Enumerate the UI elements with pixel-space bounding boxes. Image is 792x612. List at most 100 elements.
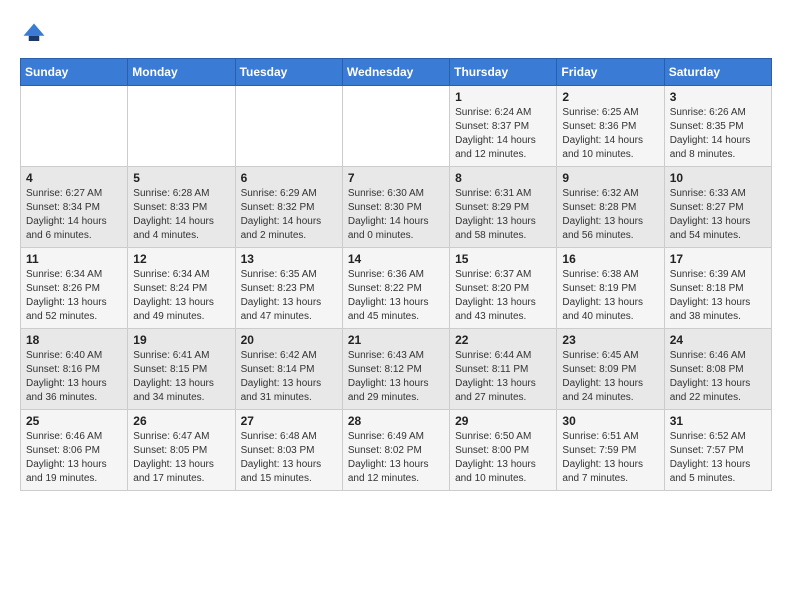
day-info: Sunrise: 6:39 AM Sunset: 8:18 PM Dayligh… (670, 268, 766, 324)
calendar-cell: 5 Sunrise: 6:28 AM Sunset: 8:33 PM Daylig… (128, 167, 235, 248)
day-number: 22 (455, 333, 551, 347)
calendar-cell: 15 Sunrise: 6:37 AM Sunset: 8:20 PM Dayli… (450, 248, 557, 329)
day-info: Sunrise: 6:34 AM Sunset: 8:24 PM Dayligh… (133, 268, 229, 324)
day-number: 1 (455, 90, 551, 104)
calendar-cell (128, 86, 235, 167)
day-number: 21 (348, 333, 444, 347)
calendar-cell: 18 Sunrise: 6:40 AM Sunset: 8:16 PM Dayli… (21, 329, 128, 410)
calendar-cell: 21 Sunrise: 6:43 AM Sunset: 8:12 PM Dayli… (342, 329, 449, 410)
day-number: 24 (670, 333, 766, 347)
day-info: Sunrise: 6:40 AM Sunset: 8:16 PM Dayligh… (26, 349, 122, 405)
calendar-cell: 2 Sunrise: 6:25 AM Sunset: 8:36 PM Daylig… (557, 86, 664, 167)
day-number: 5 (133, 171, 229, 185)
day-info: Sunrise: 6:31 AM Sunset: 8:29 PM Dayligh… (455, 187, 551, 243)
day-number: 20 (241, 333, 337, 347)
day-number: 29 (455, 414, 551, 428)
calendar-cell: 25 Sunrise: 6:46 AM Sunset: 8:06 PM Dayli… (21, 410, 128, 491)
day-info: Sunrise: 6:46 AM Sunset: 8:06 PM Dayligh… (26, 430, 122, 486)
weekday-header-row: SundayMondayTuesdayWednesdayThursdayFrid… (21, 59, 772, 86)
calendar-cell: 26 Sunrise: 6:47 AM Sunset: 8:05 PM Dayli… (128, 410, 235, 491)
day-info: Sunrise: 6:26 AM Sunset: 8:35 PM Dayligh… (670, 106, 766, 162)
day-info: Sunrise: 6:45 AM Sunset: 8:09 PM Dayligh… (562, 349, 658, 405)
day-number: 2 (562, 90, 658, 104)
day-number: 23 (562, 333, 658, 347)
day-number: 14 (348, 252, 444, 266)
day-number: 17 (670, 252, 766, 266)
calendar-cell: 27 Sunrise: 6:48 AM Sunset: 8:03 PM Dayli… (235, 410, 342, 491)
calendar-cell: 4Sunrise: 6:27 AM Sunset: 8:34 PM Daylig… (21, 167, 128, 248)
calendar-table: SundayMondayTuesdayWednesdayThursdayFrid… (20, 58, 772, 491)
calendar-cell: 8 Sunrise: 6:31 AM Sunset: 8:29 PM Daylig… (450, 167, 557, 248)
calendar-cell: 3Sunrise: 6:26 AM Sunset: 8:35 PM Daylig… (664, 86, 771, 167)
weekday-header: Monday (128, 59, 235, 86)
weekday-header: Thursday (450, 59, 557, 86)
day-info: Sunrise: 6:35 AM Sunset: 8:23 PM Dayligh… (241, 268, 337, 324)
day-info: Sunrise: 6:37 AM Sunset: 8:20 PM Dayligh… (455, 268, 551, 324)
weekday-header: Friday (557, 59, 664, 86)
calendar-cell: 10 Sunrise: 6:33 AM Sunset: 8:27 PM Dayli… (664, 167, 771, 248)
day-number: 6 (241, 171, 337, 185)
calendar-cell: 14 Sunrise: 6:36 AM Sunset: 8:22 PM Dayli… (342, 248, 449, 329)
calendar-week-row: 11 Sunrise: 6:34 AM Sunset: 8:26 PM Dayli… (21, 248, 772, 329)
calendar-cell: 17 Sunrise: 6:39 AM Sunset: 8:18 PM Dayli… (664, 248, 771, 329)
calendar-cell: 7Sunrise: 6:30 AM Sunset: 8:30 PM Daylig… (342, 167, 449, 248)
day-info: Sunrise: 6:27 AM Sunset: 8:34 PM Dayligh… (26, 187, 122, 243)
calendar-cell: 11 Sunrise: 6:34 AM Sunset: 8:26 PM Dayli… (21, 248, 128, 329)
day-info: Sunrise: 6:25 AM Sunset: 8:36 PM Dayligh… (562, 106, 658, 162)
calendar-cell: 6 Sunrise: 6:29 AM Sunset: 8:32 PM Daylig… (235, 167, 342, 248)
day-number: 15 (455, 252, 551, 266)
weekday-header: Wednesday (342, 59, 449, 86)
day-info: Sunrise: 6:33 AM Sunset: 8:27 PM Dayligh… (670, 187, 766, 243)
calendar-cell (235, 86, 342, 167)
calendar-week-row: 25 Sunrise: 6:46 AM Sunset: 8:06 PM Dayli… (21, 410, 772, 491)
calendar-cell: 23 Sunrise: 6:45 AM Sunset: 8:09 PM Dayli… (557, 329, 664, 410)
calendar-cell (342, 86, 449, 167)
logo (20, 20, 52, 48)
day-info: Sunrise: 6:44 AM Sunset: 8:11 PM Dayligh… (455, 349, 551, 405)
calendar-cell: 16 Sunrise: 6:38 AM Sunset: 8:19 PM Dayli… (557, 248, 664, 329)
calendar-cell: 28 Sunrise: 6:49 AM Sunset: 8:02 PM Dayli… (342, 410, 449, 491)
day-info: Sunrise: 6:24 AM Sunset: 8:37 PM Dayligh… (455, 106, 551, 162)
day-number: 19 (133, 333, 229, 347)
calendar-cell: 22 Sunrise: 6:44 AM Sunset: 8:11 PM Dayli… (450, 329, 557, 410)
day-info: Sunrise: 6:28 AM Sunset: 8:33 PM Dayligh… (133, 187, 229, 243)
calendar-cell: 24Sunrise: 6:46 AM Sunset: 8:08 PM Dayli… (664, 329, 771, 410)
day-number: 11 (26, 252, 122, 266)
logo-icon (20, 20, 48, 48)
day-number: 13 (241, 252, 337, 266)
weekday-header: Sunday (21, 59, 128, 86)
day-number: 31 (670, 414, 766, 428)
day-number: 8 (455, 171, 551, 185)
weekday-header: Tuesday (235, 59, 342, 86)
calendar-cell: 30Sunrise: 6:51 AM Sunset: 7:59 PM Dayli… (557, 410, 664, 491)
day-number: 25 (26, 414, 122, 428)
calendar-cell: 1 Sunrise: 6:24 AM Sunset: 8:37 PM Daylig… (450, 86, 557, 167)
day-info: Sunrise: 6:51 AM Sunset: 7:59 PM Dayligh… (562, 430, 658, 486)
calendar-week-row: 18 Sunrise: 6:40 AM Sunset: 8:16 PM Dayli… (21, 329, 772, 410)
calendar-cell (21, 86, 128, 167)
day-info: Sunrise: 6:34 AM Sunset: 8:26 PM Dayligh… (26, 268, 122, 324)
day-info: Sunrise: 6:47 AM Sunset: 8:05 PM Dayligh… (133, 430, 229, 486)
day-number: 16 (562, 252, 658, 266)
day-number: 10 (670, 171, 766, 185)
day-info: Sunrise: 6:42 AM Sunset: 8:14 PM Dayligh… (241, 349, 337, 405)
day-info: Sunrise: 6:36 AM Sunset: 8:22 PM Dayligh… (348, 268, 444, 324)
day-number: 28 (348, 414, 444, 428)
calendar-week-row: 1 Sunrise: 6:24 AM Sunset: 8:37 PM Daylig… (21, 86, 772, 167)
calendar-cell: 13 Sunrise: 6:35 AM Sunset: 8:23 PM Dayli… (235, 248, 342, 329)
day-number: 27 (241, 414, 337, 428)
day-number: 9 (562, 171, 658, 185)
day-number: 26 (133, 414, 229, 428)
day-info: Sunrise: 6:49 AM Sunset: 8:02 PM Dayligh… (348, 430, 444, 486)
weekday-header: Saturday (664, 59, 771, 86)
day-info: Sunrise: 6:50 AM Sunset: 8:00 PM Dayligh… (455, 430, 551, 486)
day-info: Sunrise: 6:52 AM Sunset: 7:57 PM Dayligh… (670, 430, 766, 486)
day-info: Sunrise: 6:29 AM Sunset: 8:32 PM Dayligh… (241, 187, 337, 243)
calendar-cell: 20 Sunrise: 6:42 AM Sunset: 8:14 PM Dayli… (235, 329, 342, 410)
day-info: Sunrise: 6:43 AM Sunset: 8:12 PM Dayligh… (348, 349, 444, 405)
day-info: Sunrise: 6:38 AM Sunset: 8:19 PM Dayligh… (562, 268, 658, 324)
day-info: Sunrise: 6:41 AM Sunset: 8:15 PM Dayligh… (133, 349, 229, 405)
day-number: 18 (26, 333, 122, 347)
day-info: Sunrise: 6:32 AM Sunset: 8:28 PM Dayligh… (562, 187, 658, 243)
day-info: Sunrise: 6:48 AM Sunset: 8:03 PM Dayligh… (241, 430, 337, 486)
